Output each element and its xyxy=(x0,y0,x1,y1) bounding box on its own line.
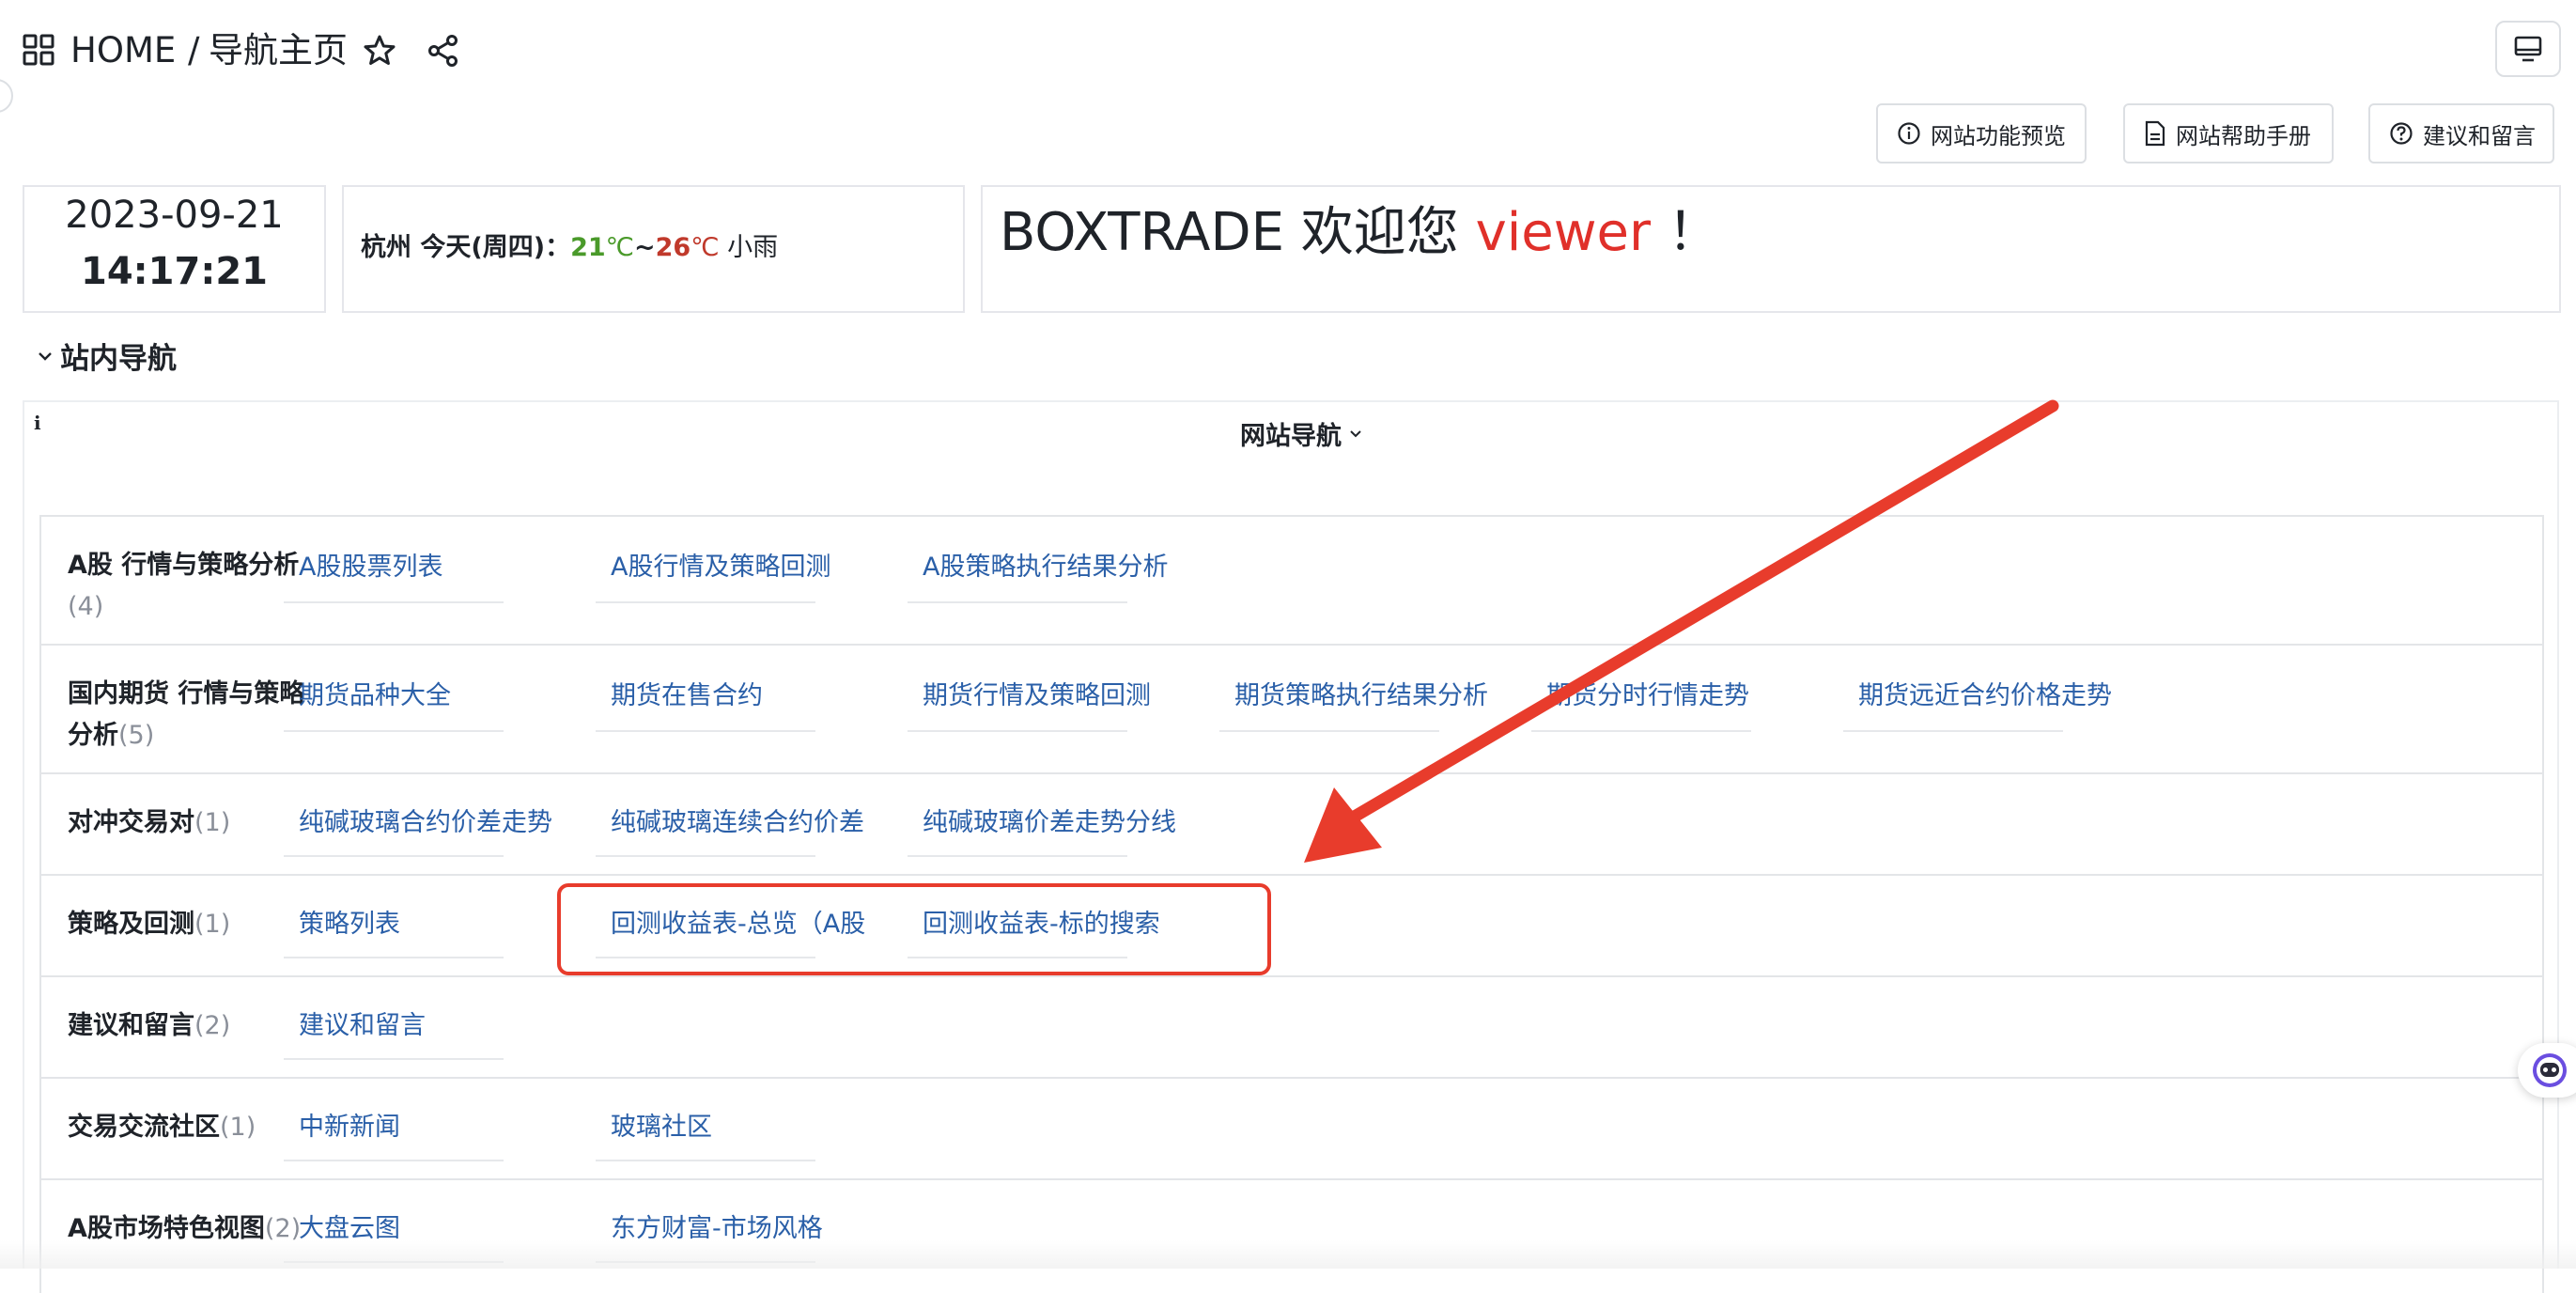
robot-icon xyxy=(2531,1052,2568,1089)
assistant-bubble[interactable] xyxy=(2518,1043,2576,1098)
annotation-arrow xyxy=(1304,399,2059,863)
bottom-shadow xyxy=(0,1240,2576,1269)
